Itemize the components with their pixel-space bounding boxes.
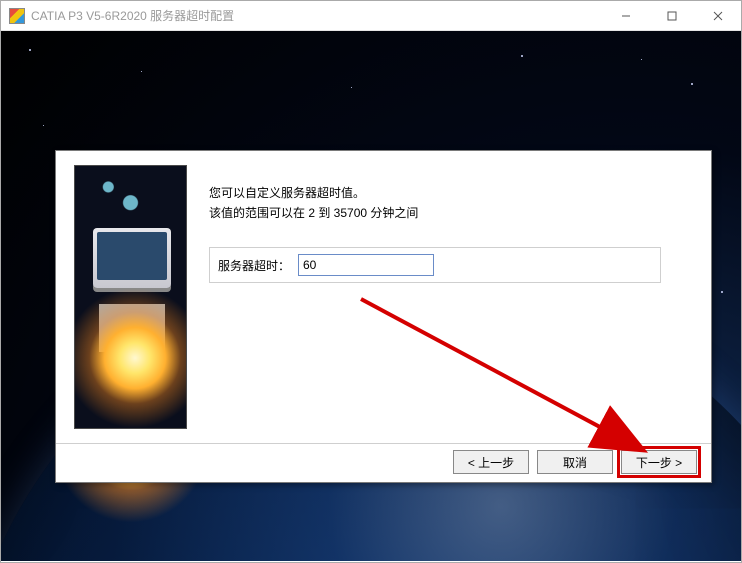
sun-burst-icon [74,268,187,429]
star [691,83,693,85]
window-title: CATIA P3 V5-6R2020 服务器超时配置 [31,7,603,24]
dialog-button-bar: < 上一步 取消 下一步 > [56,442,711,482]
star [641,59,642,60]
wizard-side-image [74,165,187,429]
next-button[interactable]: 下一步 > [621,450,697,474]
star [43,125,44,126]
maximize-icon [667,11,677,21]
config-dialog: 您可以自定义服务器超时值。 该值的范围可以在 2 到 35700 分钟之间 服务… [55,150,712,483]
back-button[interactable]: < 上一步 [453,450,529,474]
cancel-button[interactable]: 取消 [537,450,613,474]
close-icon [713,11,723,21]
star [351,87,352,88]
timeout-label: 服务器超时： [218,257,298,274]
timeout-field-group: 服务器超时： [209,247,661,283]
app-icon [9,8,25,24]
description-line-2: 该值的范围可以在 2 到 35700 分钟之间 [209,203,693,223]
dialog-content: 您可以自定义服务器超时值。 该值的范围可以在 2 到 35700 分钟之间 服务… [209,165,693,433]
maximize-button[interactable] [649,1,695,30]
star [521,55,523,57]
description-line-1: 您可以自定义服务器超时值。 [209,183,693,203]
window-controls [603,1,741,30]
titlebar[interactable]: CATIA P3 V5-6R2020 服务器超时配置 [1,1,741,31]
star [721,291,723,293]
close-button[interactable] [695,1,741,30]
star [141,71,142,72]
client-area: 您可以自定义服务器超时值。 该值的范围可以在 2 到 35700 分钟之间 服务… [1,31,741,561]
minimize-icon [621,11,631,21]
app-window: CATIA P3 V5-6R2020 服务器超时配置 [0,0,742,563]
timeout-input[interactable] [298,254,434,276]
dialog-body: 您可以自定义服务器超时值。 该值的范围可以在 2 到 35700 分钟之间 服务… [56,151,711,443]
star [29,49,31,51]
minimize-button[interactable] [603,1,649,30]
